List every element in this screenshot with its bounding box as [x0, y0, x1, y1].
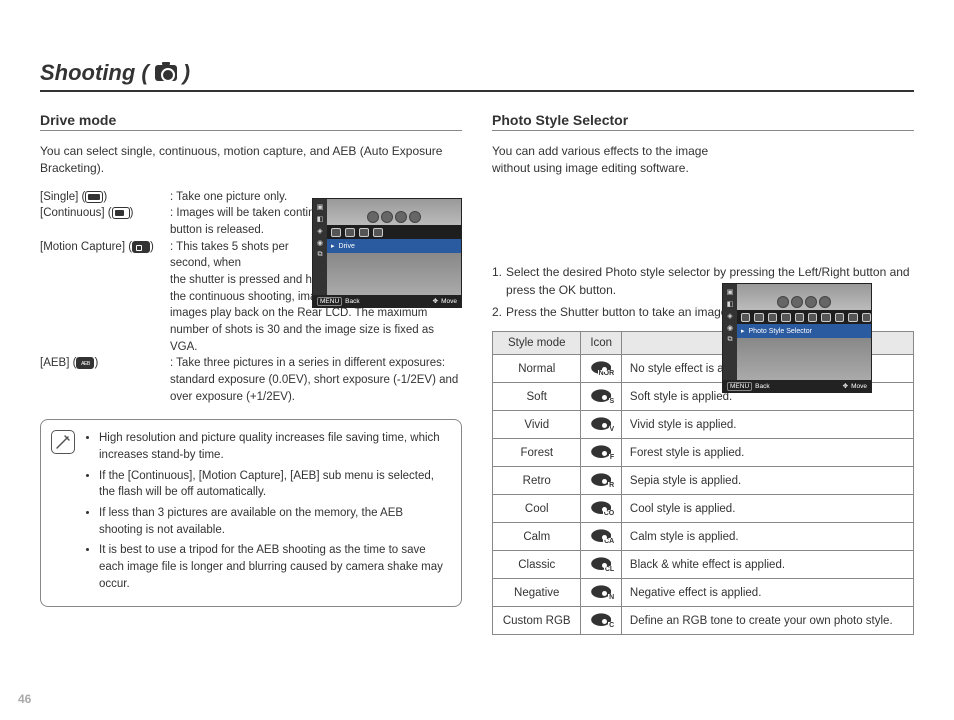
style-desc-cell: Black & white effect is applied.: [621, 551, 913, 579]
title-suffix: ): [183, 60, 190, 86]
note-item: If less than 3 pictures are available on…: [99, 505, 449, 538]
note-item: It is best to use a tripod for the AEB s…: [99, 542, 449, 592]
lcd-menu-key: MENU: [317, 297, 342, 306]
style-icon-cell: CL: [581, 551, 621, 579]
camera-icon: [155, 65, 177, 81]
style-mode-cell: Cool: [493, 495, 581, 523]
lcd-pss-preview: ▣◧◈◉⧉ ▸Photo Style Selector MENUBack ✥Mo…: [722, 283, 872, 393]
style-desc-cell: Cool style is applied.: [621, 495, 913, 523]
table-row: Cool CO Cool style is applied.: [493, 495, 914, 523]
title-prefix: Shooting (: [40, 60, 149, 86]
aeb-desc: : Take three pictures in a series in dif…: [170, 355, 462, 405]
style-desc-cell: Calm style is applied.: [621, 523, 913, 551]
single-icon: [85, 191, 103, 203]
style-mode-cell: Classic: [493, 551, 581, 579]
style-icon-cell: V: [581, 411, 621, 439]
style-desc-cell: Forest style is applied.: [621, 439, 913, 467]
note-icon: [51, 430, 75, 454]
page-number: 46: [18, 692, 31, 706]
note-item: High resolution and picture quality incr…: [99, 430, 449, 463]
table-row: Retro R Sepia style is applied.: [493, 467, 914, 495]
table-row: Forest F Forest style is applied.: [493, 439, 914, 467]
palette-icon: CL: [591, 556, 611, 570]
style-mode-cell: Custom RGB: [493, 607, 581, 635]
pss-heading: Photo Style Selector: [492, 112, 914, 131]
table-row: Vivid V Vivid style is applied.: [493, 411, 914, 439]
page-title: Shooting ( ): [40, 60, 914, 92]
table-row: Negative N Negative effect is applied.: [493, 579, 914, 607]
palette-icon: V: [591, 416, 611, 430]
drive-intro: You can select single, continuous, motio…: [40, 143, 462, 177]
continuous-icon: [112, 207, 130, 219]
single-label: [Single] (: [40, 191, 85, 203]
style-icon-cell: S: [581, 383, 621, 411]
style-desc-cell: Vivid style is applied.: [621, 411, 913, 439]
style-icon-cell: N: [581, 579, 621, 607]
style-desc-cell: Negative effect is applied.: [621, 579, 913, 607]
table-row: Calm CA Calm style is applied.: [493, 523, 914, 551]
th-mode: Style mode: [493, 332, 581, 355]
pss-intro: You can add various effects to the image…: [492, 143, 742, 177]
style-mode-cell: Negative: [493, 579, 581, 607]
lcd-move-label: Move: [851, 383, 867, 390]
style-mode-cell: Calm: [493, 523, 581, 551]
step-2: Press the Shutter button to take an imag…: [506, 303, 731, 321]
palette-icon: NOR: [591, 360, 611, 374]
style-icon-cell: C: [581, 607, 621, 635]
palette-icon: CO: [591, 500, 611, 514]
palette-icon: R: [591, 472, 611, 486]
lcd-move-label: Move: [441, 298, 457, 305]
style-icon-cell: F: [581, 439, 621, 467]
aeb-icon: [76, 357, 94, 369]
style-icon-cell: CO: [581, 495, 621, 523]
lcd-drive-label: Drive: [339, 243, 355, 250]
lcd-back-label: Back: [755, 383, 769, 390]
style-mode-cell: Retro: [493, 467, 581, 495]
note-box: High resolution and picture quality incr…: [40, 419, 462, 607]
table-row: Classic CL Black & white effect is applied…: [493, 551, 914, 579]
style-mode-cell: Normal: [493, 355, 581, 383]
style-mode-cell: Vivid: [493, 411, 581, 439]
th-icon: Icon: [581, 332, 621, 355]
style-mode-cell: Soft: [493, 383, 581, 411]
palette-icon: CA: [591, 528, 611, 542]
continuous-label: [Continuous] (: [40, 207, 112, 219]
style-icon-cell: NOR: [581, 355, 621, 383]
left-column: Drive mode You can select single, contin…: [40, 112, 462, 635]
motion-label: [Motion Capture] (: [40, 241, 132, 253]
style-icon-cell: R: [581, 467, 621, 495]
lcd-pss-label: Photo Style Selector: [749, 328, 812, 335]
right-column: Photo Style Selector You can add various…: [492, 112, 914, 635]
palette-icon: S: [591, 388, 611, 402]
lcd-back-label: Back: [345, 298, 359, 305]
palette-icon: N: [591, 584, 611, 598]
lcd-menu-key: MENU: [727, 382, 752, 391]
palette-icon: F: [591, 444, 611, 458]
note-item: If the [Continuous], [Motion Capture], […: [99, 468, 449, 501]
palette-icon: C: [591, 612, 611, 626]
style-icon-cell: CA: [581, 523, 621, 551]
style-mode-cell: Forest: [493, 439, 581, 467]
aeb-label: [AEB] (: [40, 357, 76, 369]
style-desc-cell: Sepia style is applied.: [621, 467, 913, 495]
drive-mode-heading: Drive mode: [40, 112, 462, 131]
table-row: Custom RGB C Define an RGB tone to create …: [493, 607, 914, 635]
style-desc-cell: Define an RGB tone to create your own ph…: [621, 607, 913, 635]
motion-icon: [132, 241, 150, 253]
lcd-drive-preview: ▣◧◈◉⧉ ▸Drive MENUBack ✥Move: [312, 198, 462, 308]
